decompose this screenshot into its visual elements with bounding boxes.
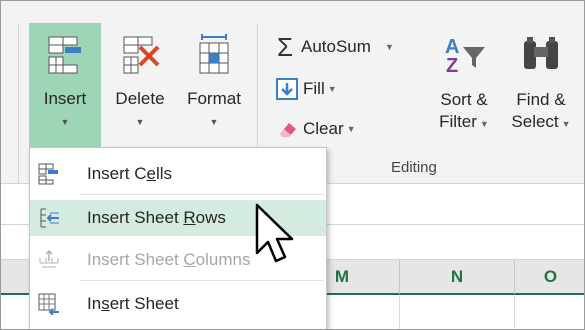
fill-down-icon bbox=[275, 77, 299, 101]
column-header-n[interactable]: N bbox=[399, 260, 514, 294]
grid-line bbox=[399, 296, 400, 329]
chevron-down-icon: ▼ bbox=[561, 119, 571, 129]
binoculars-icon bbox=[524, 37, 558, 69]
svg-text:Z: Z bbox=[446, 55, 458, 75]
find-select-button[interactable]: Find & Select ▼ bbox=[501, 23, 581, 157]
mouse-cursor-icon bbox=[255, 203, 294, 263]
delete-label: Delete bbox=[115, 89, 165, 108]
insert-columns-icon bbox=[39, 249, 59, 268]
insert-label: Insert bbox=[43, 89, 87, 108]
chevron-down-icon: ▼ bbox=[135, 117, 145, 127]
clear-button[interactable]: Clear ▼ bbox=[275, 117, 356, 141]
sigma-icon: Σ bbox=[276, 31, 294, 62]
insert-cells-icon bbox=[38, 163, 58, 185]
format-cells-icon bbox=[199, 34, 229, 74]
group-separator bbox=[18, 23, 19, 183]
chevron-down-icon: ▼ bbox=[479, 119, 489, 129]
menu-separator bbox=[80, 280, 324, 281]
menu-separator bbox=[80, 194, 324, 195]
delete-cells-icon bbox=[123, 36, 160, 74]
chevron-down-icon: ▼ bbox=[209, 117, 219, 127]
delete-button[interactable]: Delete ▼ bbox=[107, 23, 173, 157]
autosum-button[interactable]: Σ AutoSum ▼ bbox=[273, 31, 394, 62]
chevron-down-icon: ▼ bbox=[346, 124, 356, 134]
sort-filter-button[interactable]: A Z Sort & Filter ▼ bbox=[431, 23, 497, 157]
menu-item-insert-cells[interactable]: Insert Cells bbox=[30, 156, 326, 192]
chevron-down-icon: ▼ bbox=[327, 84, 337, 94]
menu-item-insert-sheet[interactable]: Insert Sheet bbox=[30, 286, 326, 322]
excel-window: M N O Insert ▼ Delete ▼ Format ▼ Σ AutoS… bbox=[0, 0, 585, 330]
format-label: Format bbox=[187, 89, 241, 108]
fill-button[interactable]: Fill ▼ bbox=[275, 77, 337, 101]
format-button[interactable]: Format ▼ bbox=[179, 23, 249, 157]
insert-rows-icon bbox=[40, 208, 59, 228]
chevron-down-icon: ▼ bbox=[384, 42, 394, 52]
insert-button[interactable]: Insert ▼ bbox=[29, 23, 101, 157]
grid-line bbox=[514, 296, 515, 329]
insert-sheet-icon bbox=[38, 293, 59, 315]
column-header-o[interactable]: O bbox=[514, 260, 584, 294]
ribbon-top bbox=[1, 1, 584, 19]
editing-group-label: Editing bbox=[391, 159, 437, 176]
chevron-down-icon: ▼ bbox=[60, 117, 70, 127]
sort-filter-icon: A Z bbox=[445, 36, 485, 75]
eraser-icon bbox=[275, 117, 299, 141]
insert-cells-icon bbox=[48, 36, 81, 74]
